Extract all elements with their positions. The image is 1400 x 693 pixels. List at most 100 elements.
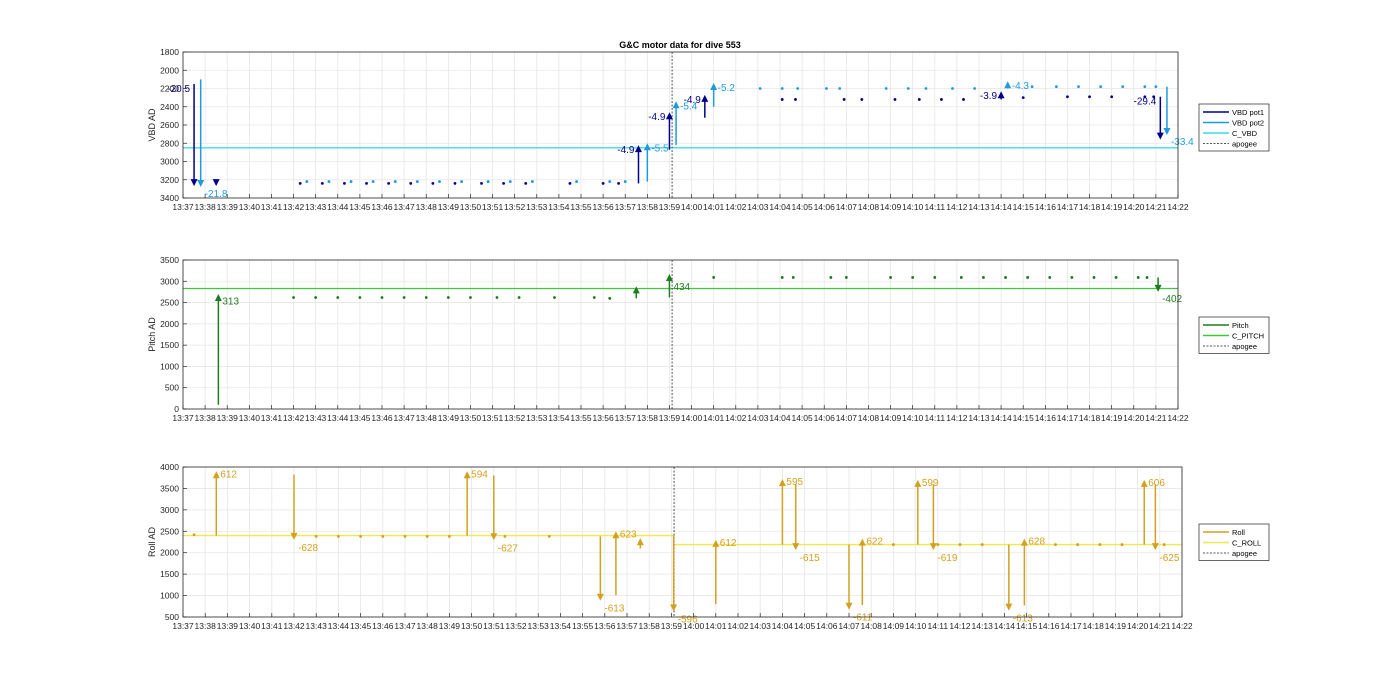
move-label: 623 bbox=[620, 529, 637, 540]
x-tick-label: 14:02 bbox=[725, 202, 747, 212]
x-tick-label: 14:12 bbox=[946, 202, 968, 212]
data-point bbox=[446, 296, 450, 299]
x-tick-label: 13:59 bbox=[659, 202, 681, 212]
axes-layer: -20.5-4.9-4.9-4.9 -3.9 -29.4-21.8-5.5-5.4-… bbox=[147, 47, 1270, 631]
x-tick-label: 14:16 bbox=[1035, 202, 1057, 212]
data-point bbox=[980, 543, 984, 546]
y-tick-label: 1000 bbox=[160, 591, 179, 601]
x-tick-label: 14:19 bbox=[1101, 202, 1123, 212]
x-tick-label: 14:14 bbox=[994, 621, 1016, 631]
x-tick-label: 13:39 bbox=[217, 202, 239, 212]
x-tick-label: 14:12 bbox=[949, 621, 971, 631]
x-tick-label: 14:02 bbox=[725, 413, 747, 423]
x-tick-label: 14:11 bbox=[927, 621, 948, 631]
data-point bbox=[780, 98, 784, 101]
data-point bbox=[402, 296, 406, 299]
x-tick-label: 13:49 bbox=[439, 621, 461, 631]
legend-entry: Roll bbox=[1232, 528, 1245, 537]
data-point bbox=[796, 87, 800, 90]
y-tick-label: 2000 bbox=[160, 65, 179, 75]
move-label: 599 bbox=[922, 478, 939, 489]
x-tick-label: 14:17 bbox=[1057, 413, 1079, 423]
legend-entry: apogee bbox=[1232, 139, 1257, 148]
x-tick-label: 13:37 bbox=[172, 621, 194, 631]
x-tick-label: 13:51 bbox=[482, 413, 504, 423]
data-point bbox=[305, 180, 309, 183]
x-tick-label: 13:41 bbox=[261, 413, 283, 423]
data-point bbox=[336, 296, 340, 299]
data-point bbox=[1054, 85, 1058, 89]
x-tick-label: 14:16 bbox=[1035, 413, 1057, 423]
x-tick-label: 14:16 bbox=[1038, 621, 1060, 631]
x-tick-label: 13:43 bbox=[306, 621, 328, 631]
x-tick-label: 13:57 bbox=[616, 621, 638, 631]
x-tick-label: 13:45 bbox=[349, 413, 371, 423]
x-tick-label: 14:22 bbox=[1167, 413, 1189, 423]
x-tick-label: 14:05 bbox=[791, 413, 813, 423]
data-point bbox=[517, 296, 521, 299]
data-point bbox=[1092, 276, 1096, 279]
data-point bbox=[1004, 276, 1007, 279]
x-tick-label: 14:06 bbox=[816, 621, 838, 631]
x-tick-label: 14:18 bbox=[1083, 621, 1105, 631]
data-point bbox=[503, 535, 507, 538]
data-point bbox=[617, 182, 620, 185]
move-label: 606 bbox=[1148, 478, 1165, 489]
data-point bbox=[327, 180, 331, 183]
x-tick-label: 13:41 bbox=[261, 621, 283, 631]
data-point bbox=[1114, 276, 1118, 279]
x-tick-label: 14:11 bbox=[924, 202, 945, 212]
x-tick-label: 14:10 bbox=[902, 202, 924, 212]
data-point bbox=[791, 276, 795, 279]
y-tick-label: 3500 bbox=[160, 483, 179, 493]
x-tick-label: 14:20 bbox=[1127, 621, 1149, 631]
x-tick-label: 14:18 bbox=[1079, 413, 1101, 423]
y-tick-label: 2500 bbox=[160, 298, 179, 308]
data-point bbox=[825, 87, 828, 90]
move-label: -627 bbox=[498, 543, 518, 554]
data-point bbox=[1110, 95, 1114, 99]
x-tick-label: 13:48 bbox=[417, 621, 439, 631]
data-point bbox=[794, 98, 797, 101]
data-point bbox=[940, 98, 943, 101]
x-tick-label: 13:59 bbox=[659, 413, 681, 423]
data-point bbox=[409, 182, 413, 185]
data-point bbox=[358, 296, 362, 299]
x-tick-label: 14:04 bbox=[769, 202, 791, 212]
data-point bbox=[469, 296, 472, 299]
data-point bbox=[547, 535, 551, 538]
x-tick-label: 13:50 bbox=[461, 621, 483, 631]
x-tick-label: 14:20 bbox=[1123, 202, 1145, 212]
x-tick-label: 14:07 bbox=[838, 621, 860, 631]
x-tick-label: 13:49 bbox=[438, 202, 460, 212]
x-tick-label: 14:00 bbox=[681, 413, 703, 423]
y-axis-label: Roll AD bbox=[147, 526, 157, 557]
data-point bbox=[438, 180, 441, 183]
figure: G&C motor data for dive 553 -20.5-4.9-4.… bbox=[147, 40, 1270, 631]
x-tick-label: 13:48 bbox=[416, 413, 438, 423]
data-point bbox=[1136, 276, 1140, 279]
x-tick-label: 13:48 bbox=[416, 202, 438, 212]
x-tick-label: 13:44 bbox=[327, 202, 349, 212]
x-tick-label: 14:00 bbox=[681, 202, 703, 212]
x-tick-label: 13:47 bbox=[394, 621, 416, 631]
move-label: 612 bbox=[220, 469, 237, 480]
data-point bbox=[844, 276, 848, 279]
data-point bbox=[424, 296, 428, 299]
data-point bbox=[1145, 276, 1149, 279]
panel-1: -20.5-4.9-4.9-4.9 -3.9 -29.4-21.8-5.5-5.4-… bbox=[147, 47, 1270, 212]
data-point bbox=[425, 535, 429, 538]
data-point bbox=[1070, 276, 1074, 279]
x-tick-label: 13:44 bbox=[327, 413, 349, 423]
x-tick-label: 14:08 bbox=[858, 413, 880, 423]
data-point bbox=[553, 296, 556, 299]
x-tick-label: 13:38 bbox=[194, 202, 216, 212]
x-tick-label: 14:19 bbox=[1101, 413, 1123, 423]
data-point bbox=[623, 180, 627, 183]
data-point bbox=[758, 87, 762, 90]
x-tick-label: 14:01 bbox=[703, 413, 725, 423]
move-label: -402 bbox=[1162, 294, 1182, 305]
x-tick-label: 14:04 bbox=[772, 621, 794, 631]
data-point bbox=[1162, 543, 1166, 546]
y-tick-label: 1500 bbox=[160, 340, 179, 350]
